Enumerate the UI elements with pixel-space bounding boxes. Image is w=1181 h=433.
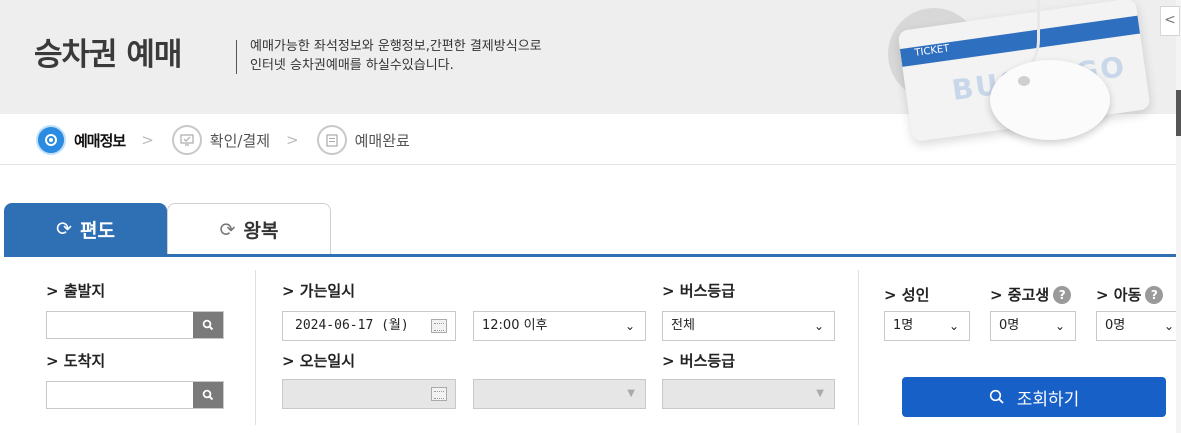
map-pin-icon bbox=[36, 125, 66, 155]
go-date-field[interactable]: 2024-06-17 (월) bbox=[282, 311, 456, 341]
teen-count-select[interactable]: 0명 ⌄ bbox=[990, 311, 1076, 341]
tab-underline bbox=[4, 254, 1176, 257]
chevron-right-icon: > bbox=[286, 131, 299, 149]
teen-label: > 중고생 bbox=[990, 286, 1050, 304]
go-date-value: 2024-06-17 (월) bbox=[295, 318, 409, 333]
tab-label: 왕복 bbox=[243, 220, 279, 242]
scrollbar-thumb[interactable] bbox=[1176, 90, 1181, 136]
document-icon bbox=[316, 125, 347, 155]
booking-steps: 예매정보 > 확인/결제 > 예매완료 bbox=[36, 124, 410, 156]
return-date-field bbox=[282, 379, 456, 409]
go-time-value: 12:00 이후 bbox=[482, 318, 548, 333]
help-icon[interactable]: ? bbox=[1053, 286, 1072, 304]
chevron-down-icon: ⌄ bbox=[1054, 319, 1065, 333]
mouse-wheel bbox=[1018, 76, 1030, 86]
arrival-input[interactable] bbox=[47, 382, 193, 408]
ticket-mouse-illustration: TICKET BUS TAGO bbox=[860, 0, 1160, 160]
go-date-label: > 가는일시 bbox=[282, 282, 355, 300]
page-description: 예매가능한 좌석정보와 운행정보,간편한 결제방식으로 인터넷 승차권예매를 하… bbox=[250, 37, 542, 75]
child-label: > 아동 bbox=[1096, 286, 1142, 304]
calendar-icon bbox=[431, 387, 447, 401]
search-icon bbox=[202, 389, 214, 401]
step-booking-info: 예매정보 bbox=[36, 125, 126, 155]
mouse-graphic bbox=[990, 60, 1110, 140]
chevron-right-icon: > bbox=[141, 131, 154, 149]
bus-class-label: > 버스등급 bbox=[662, 282, 735, 300]
bus-class-select[interactable]: 전체 ⌄ bbox=[662, 311, 835, 341]
go-time-select[interactable]: 12:00 이후 ⌄ bbox=[473, 311, 646, 341]
child-count-select[interactable]: 0명 ⌄ bbox=[1096, 311, 1176, 341]
chevron-down-icon: ⌄ bbox=[813, 319, 824, 333]
return-time-select: ▼ bbox=[473, 379, 646, 409]
child-count-value: 0명 bbox=[1105, 318, 1126, 333]
steps-divider bbox=[0, 164, 1176, 165]
refresh-icon: ⟳ bbox=[56, 218, 72, 240]
check-screen-icon bbox=[171, 125, 202, 155]
chevron-down-icon: ▼ bbox=[816, 388, 824, 399]
chevron-down-icon: ⌄ bbox=[624, 319, 635, 333]
adult-count-value: 1명 bbox=[893, 318, 914, 333]
arrival-field[interactable] bbox=[46, 381, 224, 409]
child-label-group: > 아동? bbox=[1096, 284, 1164, 305]
teen-count-value: 0명 bbox=[999, 318, 1020, 333]
return-bus-class-select: ▼ bbox=[662, 379, 835, 409]
search-arrival-button[interactable] bbox=[193, 382, 223, 408]
search-icon bbox=[202, 319, 214, 331]
departure-label: > 출발지 bbox=[46, 282, 106, 300]
return-bus-class-label: > 버스등급 bbox=[662, 352, 735, 370]
search-button[interactable]: 조회하기 bbox=[902, 377, 1166, 417]
chevron-down-icon: ⌄ bbox=[948, 319, 959, 333]
teen-label-group: > 중고생? bbox=[990, 284, 1072, 305]
scrollbar-track[interactable] bbox=[1176, 0, 1181, 433]
form-divider bbox=[858, 270, 859, 425]
step-confirm-payment: 확인/결제 bbox=[171, 125, 271, 155]
step-label: 예매완료 bbox=[354, 131, 410, 150]
calendar-icon[interactable] bbox=[431, 319, 447, 333]
page-title: 승차권 예매 bbox=[34, 37, 182, 73]
help-icon[interactable]: ? bbox=[1145, 286, 1164, 304]
step-label: 확인/결제 bbox=[209, 131, 271, 150]
page: 승차권 예매 예매가능한 좌석정보와 운행정보,간편한 결제방식으로 인터넷 승… bbox=[0, 0, 1181, 433]
departure-input[interactable] bbox=[47, 312, 193, 338]
departure-field[interactable] bbox=[46, 311, 224, 339]
refresh-icon: ⟳ bbox=[219, 218, 236, 241]
collapse-sidebar-button[interactable]: < bbox=[1160, 6, 1180, 36]
adult-label: > 성인 bbox=[884, 286, 930, 304]
description-line-2: 인터넷 승차권예매를 하실수있습니다. bbox=[250, 58, 454, 73]
search-departure-button[interactable] bbox=[193, 312, 223, 338]
step-label: 예매정보 bbox=[74, 131, 126, 150]
bus-class-value: 전체 bbox=[671, 318, 695, 333]
tab-label: 편도 bbox=[79, 219, 115, 242]
search-button-label: 조회하기 bbox=[1016, 389, 1080, 410]
chevron-down-icon: ⌄ bbox=[1163, 319, 1174, 333]
adult-count-select[interactable]: 1명 ⌄ bbox=[884, 311, 970, 341]
title-divider bbox=[236, 40, 237, 74]
chevron-down-icon: ▼ bbox=[627, 388, 635, 399]
tab-round-trip[interactable]: ⟳ 왕복 bbox=[167, 203, 331, 255]
description-line-1: 예매가능한 좌석정보와 운행정보,간편한 결제방식으로 bbox=[250, 39, 542, 54]
tab-one-way[interactable]: ⟳ 편도 bbox=[4, 203, 167, 255]
return-date-label: > 오는일시 bbox=[282, 352, 355, 370]
arrival-label: > 도착지 bbox=[46, 352, 106, 370]
step-booking-complete: 예매완료 bbox=[316, 125, 410, 155]
search-icon bbox=[989, 389, 1004, 404]
form-divider bbox=[255, 270, 256, 425]
